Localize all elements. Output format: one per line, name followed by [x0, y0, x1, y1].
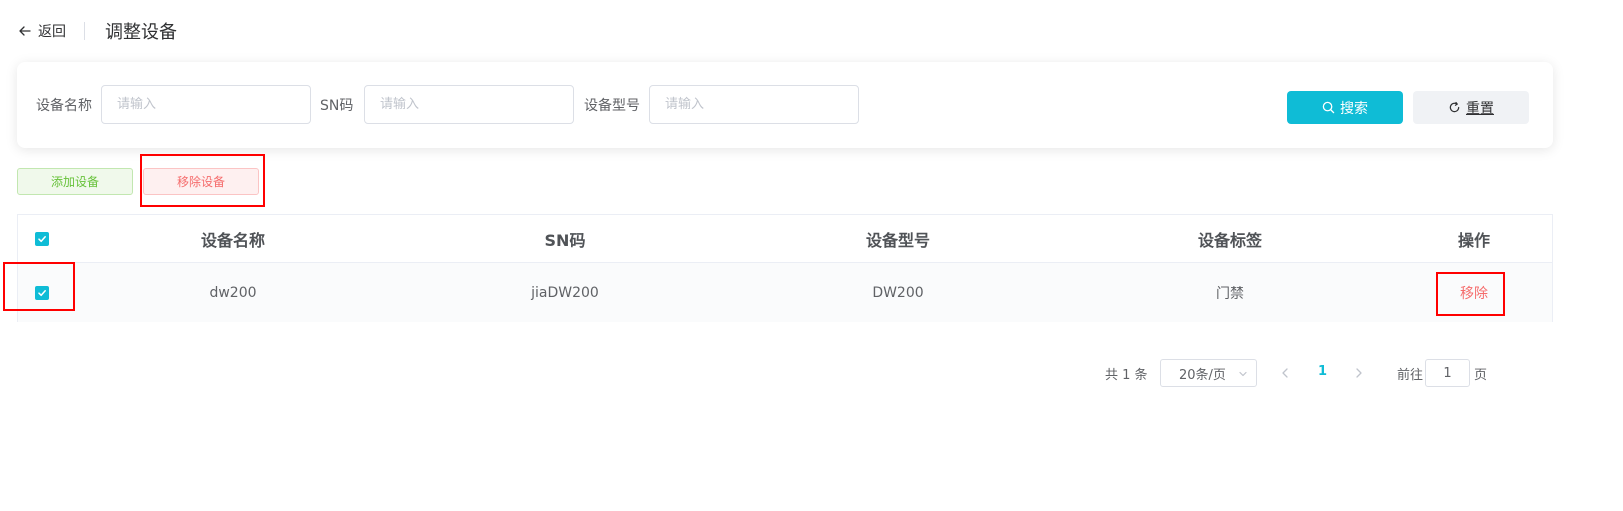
arrow-left-icon [19, 26, 31, 36]
cell-device-tag: 门禁 [1216, 285, 1244, 302]
column-header-device-name: 设备名称 [200, 230, 265, 250]
cell-actions: 移除 [1414, 263, 1534, 322]
pagination-total: 共 1 条 [1105, 368, 1148, 383]
column-header-actions: 操作 [1457, 230, 1490, 250]
page-number-current[interactable]: 1 [1318, 364, 1327, 379]
reset-button[interactable]: 重置 [1413, 91, 1529, 124]
page-title: 调整设备 [105, 22, 177, 43]
sn-code-label: SN码 [320, 98, 354, 114]
select-all-cell [35, 215, 49, 262]
chevron-right-icon[interactable] [1353, 366, 1365, 380]
pagination: 共 1 条 20条/页 1 前往 页 [0, 359, 1623, 387]
goto-page-input[interactable] [1425, 359, 1470, 387]
cell-device-name: dw200 [209, 284, 257, 301]
reset-button-label: 重置 [1466, 99, 1494, 116]
page-size-value: 20条/页 [1179, 367, 1226, 383]
header-divider [84, 22, 85, 40]
page-size-select[interactable]: 20条/页 [1160, 359, 1257, 387]
cell-device-model: DW200 [872, 284, 924, 301]
add-device-button[interactable]: 添加设备 [17, 168, 133, 195]
search-button[interactable]: 搜索 [1287, 91, 1403, 124]
column-header-device-model: 设备型号 [865, 230, 930, 250]
row-checkbox[interactable] [35, 285, 49, 300]
page-header: 返回 调整设备 [18, 18, 177, 44]
goto-label: 前往 [1397, 368, 1424, 383]
device-model-label: 设备型号 [584, 98, 640, 114]
search-icon [1322, 101, 1335, 114]
select-all-checkbox[interactable] [35, 231, 49, 246]
back-link[interactable]: 返回 [18, 21, 66, 41]
column-header-device-tag: 设备标签 [1197, 230, 1262, 250]
chevron-left-icon[interactable] [1279, 366, 1291, 380]
column-header-sn-code: SN码 [544, 230, 586, 250]
search-panel: 设备名称 SN码 设备型号 搜索 重置 [17, 62, 1553, 148]
device-name-input[interactable] [101, 85, 311, 124]
remove-device-button[interactable]: 移除设备 [143, 168, 259, 195]
check-icon [38, 289, 46, 296]
back-label: 返回 [38, 24, 66, 40]
check-icon [38, 235, 46, 242]
device-name-label: 设备名称 [36, 98, 92, 114]
sn-code-input[interactable] [364, 85, 574, 124]
cell-sn-code: jiaDW200 [531, 284, 599, 301]
device-model-input[interactable] [649, 85, 859, 124]
chevron-down-icon [1239, 371, 1247, 377]
device-table: 设备名称 SN码 设备型号 设备标签 操作 dw200 jiaDW200 DW2… [17, 214, 1553, 322]
table-row: dw200 jiaDW200 DW200 门禁 移除 [18, 263, 1552, 322]
search-button-label: 搜索 [1340, 99, 1368, 116]
table-header: 设备名称 SN码 设备型号 设备标签 操作 [18, 215, 1552, 263]
page-suffix: 页 [1474, 368, 1488, 383]
remove-link[interactable]: 移除 [1460, 283, 1488, 303]
refresh-icon [1449, 101, 1460, 113]
row-select-cell [35, 263, 49, 322]
